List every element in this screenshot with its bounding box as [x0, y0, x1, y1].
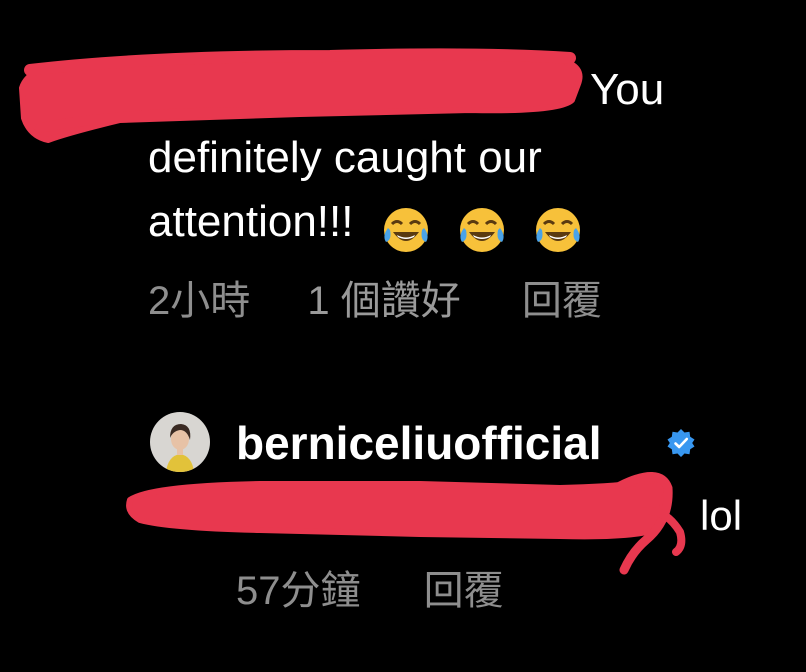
- verified-badge-icon: [667, 429, 695, 457]
- comment-1-text-line-1: You: [590, 65, 665, 114]
- tears-of-joy-emoji-icon: [459, 208, 504, 253]
- comment-2-text: lol: [700, 492, 743, 539]
- avatar[interactable]: [150, 412, 210, 472]
- comment-2-reply-button[interactable]: 回覆: [424, 566, 504, 616]
- redaction-mark-bottom: [126, 475, 671, 540]
- tears-of-joy-emoji-icon: [536, 208, 581, 253]
- comment-1-reply-button[interactable]: 回覆: [522, 276, 602, 326]
- comment-2-timestamp: 57分鐘: [236, 569, 361, 613]
- comment-2-meta: 57分鐘 回覆: [236, 566, 504, 616]
- comment-1-timestamp: 2小時: [148, 279, 251, 323]
- comment-2-username[interactable]: berniceliuofficial: [236, 412, 602, 474]
- comment-1-likes-link[interactable]: 1 個讚好: [307, 276, 460, 326]
- comment-1-text-line-2: definitely caught our: [148, 133, 542, 182]
- tears-of-joy-emoji-icon: [383, 208, 428, 253]
- avatar-image: [150, 412, 210, 472]
- emoji-row: [380, 196, 596, 260]
- comment-1-text-line-3: attention!!!: [148, 190, 596, 260]
- comment-1-meta: 2小時 1 個讚好 回覆: [148, 276, 602, 326]
- comment-1-text-line-3-words: attention!!!: [148, 197, 354, 246]
